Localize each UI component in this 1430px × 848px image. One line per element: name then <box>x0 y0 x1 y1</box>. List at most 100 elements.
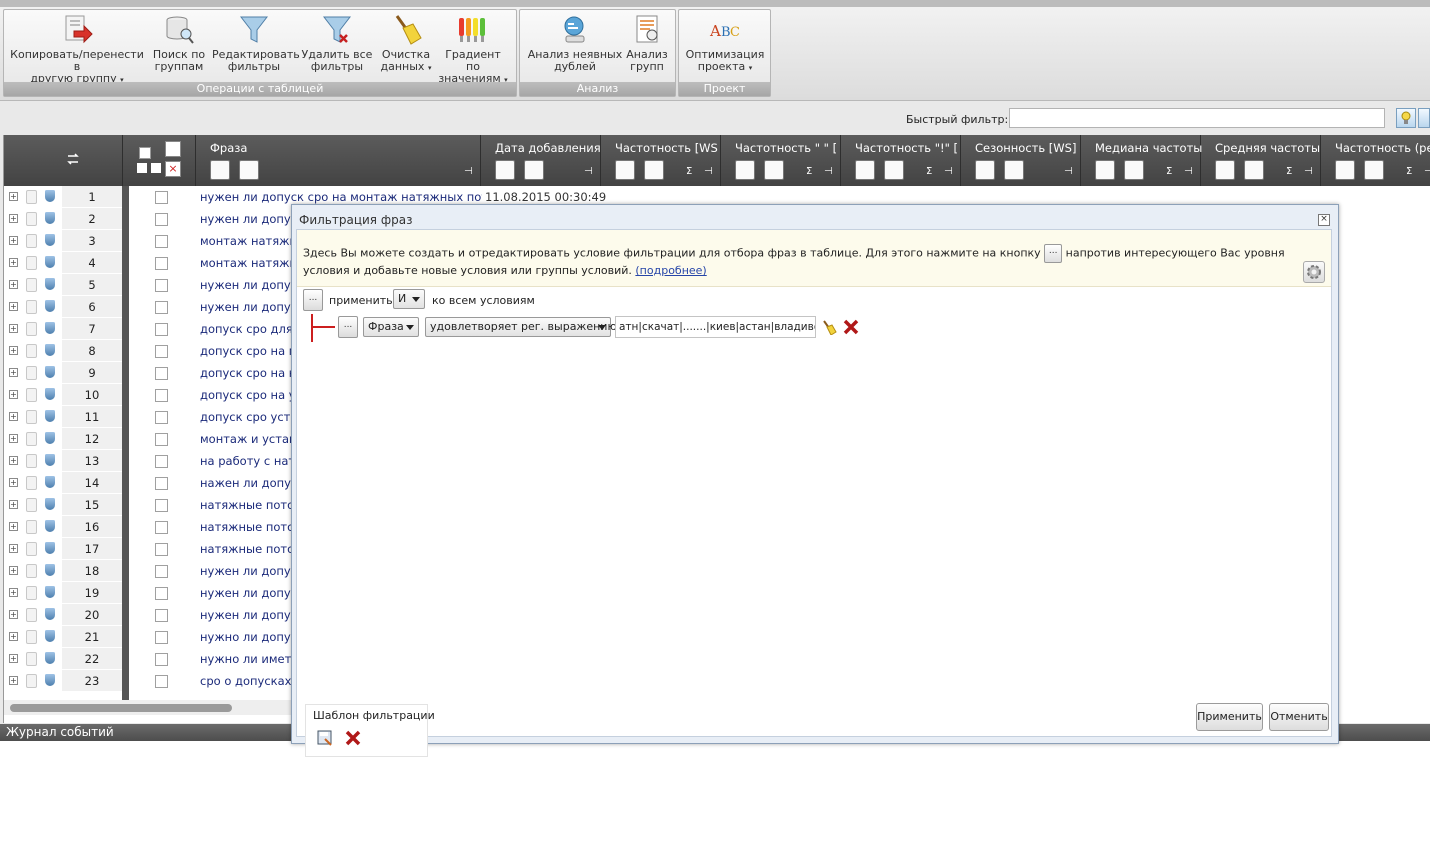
expand-icon[interactable]: + <box>9 302 18 311</box>
shield-icon[interactable] <box>45 674 55 686</box>
filter-icon[interactable] <box>165 141 181 157</box>
group-analysis-button[interactable]: Анализ групп <box>624 10 670 80</box>
expand-icon[interactable]: + <box>9 478 18 487</box>
shield-icon[interactable] <box>45 256 55 268</box>
shield-icon[interactable] <box>45 630 55 642</box>
sum-icon[interactable]: Σ <box>1406 166 1412 177</box>
gradient-button[interactable]: Градиент по значениям ▾ <box>437 10 509 85</box>
lock-icon[interactable] <box>26 520 37 534</box>
expand-icon[interactable]: + <box>9 676 18 685</box>
row-checkbox[interactable] <box>155 653 168 666</box>
shield-icon[interactable] <box>45 586 55 598</box>
lock-icon[interactable] <box>26 454 37 468</box>
sum-icon[interactable]: Σ <box>686 166 692 177</box>
column-filter-icon[interactable] <box>615 160 635 180</box>
expand-icon[interactable]: + <box>9 632 18 641</box>
pin-icon[interactable]: ⊣ <box>1424 166 1430 177</box>
condition-value-input[interactable]: атн|скачат|.......|киев|астан|владивосто… <box>615 316 816 338</box>
lock-icon[interactable] <box>26 344 37 358</box>
column-filter-icon[interactable] <box>210 160 230 180</box>
lock-icon[interactable] <box>26 212 37 226</box>
lock-icon[interactable] <box>26 190 37 204</box>
shield-icon[interactable] <box>45 190 55 202</box>
column-frequency-exact[interactable]: Частотность "!" [ Σ ⊣ <box>840 135 961 186</box>
column-chooser-icon[interactable] <box>66 152 80 166</box>
implicit-duplicates-button[interactable]: Анализ неявных дублей <box>525 10 625 80</box>
column-filter-icon[interactable] <box>495 160 515 180</box>
row-checkbox[interactable] <box>155 323 168 336</box>
row-checkbox[interactable] <box>155 279 168 292</box>
lock-icon[interactable] <box>26 388 37 402</box>
row-checkbox[interactable] <box>155 631 168 644</box>
shield-icon[interactable] <box>45 366 55 378</box>
settings-button[interactable] <box>1303 261 1325 283</box>
lock-icon[interactable] <box>26 498 37 512</box>
expand-icon[interactable]: + <box>9 654 18 663</box>
column-median-frequency[interactable]: Медиана частоты Σ ⊣ <box>1080 135 1202 186</box>
pin-icon[interactable]: ⊣ <box>1304 166 1313 177</box>
uncheck-icon[interactable] <box>151 163 161 173</box>
row-checkbox[interactable] <box>155 301 168 314</box>
select-all-checkbox[interactable] <box>139 147 151 159</box>
column-filter-icon[interactable] <box>1095 160 1115 180</box>
expand-icon[interactable]: + <box>9 522 18 531</box>
column-average-frequency[interactable]: Средняя частоты Σ ⊣ <box>1200 135 1321 186</box>
delete-template-icon[interactable] <box>344 729 362 747</box>
row-checkbox[interactable] <box>155 521 168 534</box>
more-info-link[interactable]: (подробнее) <box>635 264 706 277</box>
check-icon[interactable] <box>137 163 147 173</box>
column-filter-clear-icon[interactable] <box>1244 160 1264 180</box>
shield-icon[interactable] <box>45 652 55 664</box>
close-icon[interactable]: × <box>1318 214 1330 226</box>
condition-operator-select[interactable]: удовлетворяет рег. выражению <box>425 317 617 337</box>
delete-all-filters-button[interactable]: Удалить все фильтры <box>301 10 373 80</box>
shield-icon[interactable] <box>45 212 55 224</box>
pin-icon[interactable]: ⊣ <box>944 166 953 177</box>
row-checkbox[interactable] <box>155 499 168 512</box>
lock-icon[interactable] <box>26 300 37 314</box>
lock-icon[interactable] <box>26 564 37 578</box>
shield-icon[interactable] <box>45 542 55 554</box>
shield-icon[interactable] <box>45 432 55 444</box>
expand-icon[interactable]: + <box>9 368 18 377</box>
broom-icon[interactable] <box>821 319 837 335</box>
column-frequency-quoted[interactable]: Частотность " " [ Σ ⊣ <box>720 135 841 186</box>
pin-icon[interactable]: ⊣ <box>704 166 713 177</box>
row-checkbox[interactable] <box>155 565 168 578</box>
expand-icon[interactable]: + <box>9 236 18 245</box>
expand-icon[interactable]: + <box>9 214 18 223</box>
lock-icon[interactable] <box>26 322 37 336</box>
row-checkbox[interactable] <box>155 477 168 490</box>
row-checkbox[interactable] <box>155 191 168 204</box>
column-filter-icon[interactable] <box>1335 160 1355 180</box>
save-template-icon[interactable] <box>316 729 334 747</box>
column-filter-icon[interactable] <box>975 160 995 180</box>
sum-icon[interactable]: Σ <box>1286 166 1292 177</box>
row-checkbox[interactable] <box>155 235 168 248</box>
lock-icon[interactable] <box>26 652 37 666</box>
expand-icon[interactable]: + <box>9 456 18 465</box>
horizontal-scrollbar[interactable] <box>4 700 294 715</box>
expand-icon[interactable]: + <box>9 566 18 575</box>
sum-icon[interactable]: Σ <box>806 166 812 177</box>
expand-icon[interactable]: + <box>9 434 18 443</box>
row-checkbox[interactable] <box>155 455 168 468</box>
grid-splitter[interactable] <box>122 186 129 700</box>
lock-icon[interactable] <box>26 630 37 644</box>
row-checkbox[interactable] <box>155 367 168 380</box>
lock-icon[interactable] <box>26 586 37 600</box>
row-checkbox[interactable] <box>155 257 168 270</box>
sum-icon[interactable]: Σ <box>1166 166 1172 177</box>
pin-icon[interactable]: ⊣ <box>464 166 473 177</box>
shield-icon[interactable] <box>45 344 55 356</box>
lock-icon[interactable] <box>26 476 37 490</box>
column-filter-clear-icon[interactable] <box>239 160 259 180</box>
row-checkbox[interactable] <box>155 345 168 358</box>
apply-button[interactable]: Применить <box>1196 703 1263 731</box>
row-checkbox[interactable] <box>155 587 168 600</box>
row-checkbox[interactable] <box>155 433 168 446</box>
row-checkbox[interactable] <box>155 389 168 402</box>
column-filter-icon[interactable] <box>855 160 875 180</box>
row-checkbox[interactable] <box>155 213 168 226</box>
shield-icon[interactable] <box>45 498 55 510</box>
